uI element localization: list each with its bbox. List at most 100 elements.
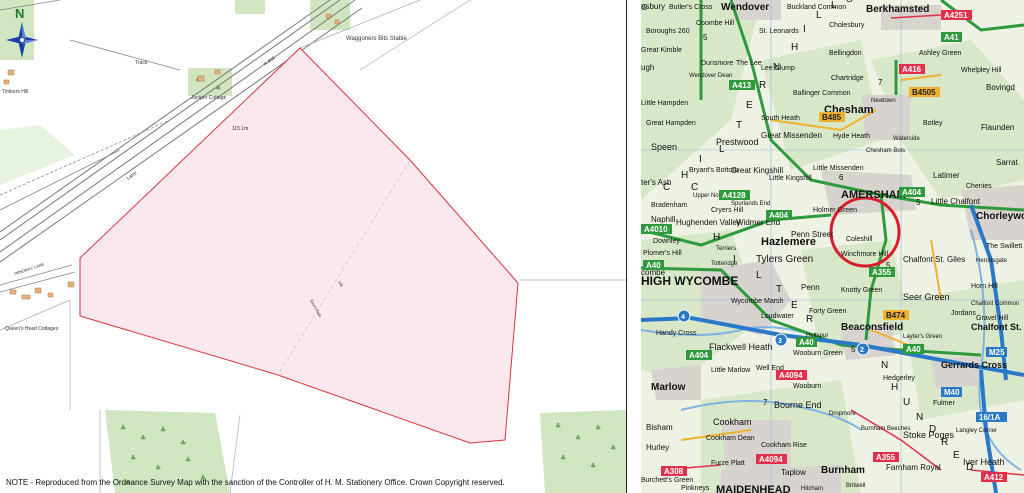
place-label-wycombe-marsh: Wycombe Marsh xyxy=(731,298,784,305)
place-label-botley: Botley xyxy=(923,120,943,127)
road-label-a308: A308 xyxy=(664,467,684,476)
place-label-st-leonards: St. Leonards xyxy=(759,28,799,35)
road-shield-a41: A41 xyxy=(941,32,962,42)
grid-number: 5 xyxy=(703,33,708,42)
place-label-layters-green: Layter's Green xyxy=(903,334,942,340)
place-label-heronsgate: Heronsgate xyxy=(976,258,1008,264)
place-label-seer-green: Seer Green xyxy=(903,292,950,302)
hills-letter: H xyxy=(791,42,798,53)
place-label-great-kimble: Great Kimble xyxy=(641,47,682,54)
place-label-speen: Speen xyxy=(651,142,677,152)
road-shield-a355b: A355 xyxy=(873,452,899,462)
place-label-latimer: Latimer xyxy=(933,171,960,180)
place-label-south-heath: South Heath xyxy=(761,115,800,122)
hills-letter: T xyxy=(736,120,742,131)
svg-text:♣: ♣ xyxy=(140,434,146,442)
hills-letter: I xyxy=(733,254,736,265)
junction-2: 2 xyxy=(860,347,864,354)
place-label-flackwell: Flackwell Heath xyxy=(709,342,773,352)
road-label-a404b: A404 xyxy=(769,211,789,220)
svg-text:♣: ♣ xyxy=(595,424,601,432)
road-label-a416: A416 xyxy=(902,65,922,74)
place-label-hughenden: Hughenden Valley xyxy=(676,218,741,227)
place-label-bourne-end: Bourne End xyxy=(774,400,822,410)
hills-letter: L xyxy=(756,270,762,281)
road-shield-a416: A416 xyxy=(899,64,925,74)
hills-letter: N xyxy=(881,360,888,371)
place-label-burchetts: Burchett's Green xyxy=(641,477,693,484)
place-label-wooburn-green: Wooburn Green xyxy=(793,350,843,357)
place-label-bisham: Bisham xyxy=(646,423,673,432)
place-label-little-missenden: Little Missenden xyxy=(813,165,864,172)
place-label-hyde-heath: Hyde Heath xyxy=(833,133,870,140)
road-label-a4251: A4251 xyxy=(944,11,968,20)
label-waggoners: Waggoners Bits Stable xyxy=(346,36,407,42)
place-label-boroughs: Boroughs 260 xyxy=(646,28,690,35)
svg-text:♣: ♣ xyxy=(185,456,191,464)
hills-letter: E xyxy=(746,100,753,111)
road-shield-a4010: A4010 xyxy=(641,224,672,234)
svg-text:♣: ♣ xyxy=(610,444,616,452)
place-label-sarratt: Sarrat xyxy=(996,158,1019,167)
hills-letter: D xyxy=(929,424,936,435)
place-label-hurley: Hurley xyxy=(646,443,669,452)
place-label-maidenhead: MAIDENHEAD xyxy=(716,484,791,493)
hills-letter: I xyxy=(699,154,702,165)
place-label-whiteleaf: ugh xyxy=(641,63,654,72)
place-label-cholesbury: Cholesbury xyxy=(829,22,865,29)
hills-letter: R xyxy=(806,314,813,325)
road-shield-b485: B485 xyxy=(819,112,845,122)
place-label-wooburn: Wooburn xyxy=(793,383,821,390)
road-label-a40a: A40 xyxy=(646,261,661,270)
place-label-bovingdon: Bovingd xyxy=(986,83,1015,92)
site-plan-svg: ♣♣♣♣♣♣♣♣♣ ♣♣♣♣♣♣ ♣♣ xyxy=(0,0,626,493)
hills-letter: L xyxy=(831,0,837,11)
place-label-chorleywood: Chorleywood xyxy=(976,211,1024,222)
place-label-hedgerley: Hedgerley xyxy=(883,375,915,382)
road-shield-a40a: A40 xyxy=(643,260,664,270)
label-track: Track xyxy=(135,60,148,66)
road-shield-m40: M40 xyxy=(941,387,962,397)
place-label-coombe-hill: Coombe Hill xyxy=(696,20,735,27)
place-label-horn-hill: Horn Hill xyxy=(971,283,998,290)
place-label-wendover: Wendover xyxy=(721,2,769,13)
place-label-plomers: Plomer's Hill xyxy=(643,250,682,257)
hills-letter: R xyxy=(759,80,766,91)
place-label-dropmore: Dropmore xyxy=(829,411,856,417)
place-label-cookham-rise: Cookham Rise xyxy=(761,442,807,449)
hills-letter: S xyxy=(846,0,853,5)
junction-4: 4 xyxy=(681,314,685,321)
svg-text:♣: ♣ xyxy=(180,439,186,447)
place-label-cookham: Cookham xyxy=(713,417,752,427)
road-label-a4010: A4010 xyxy=(644,225,668,234)
place-label-chalfont-common: Chalfont Common xyxy=(971,301,1019,307)
hills-letter: H xyxy=(891,382,898,393)
place-label-the-lee: The Lee xyxy=(736,60,762,67)
road-shield-a404c: A404 xyxy=(686,350,712,360)
hills-letter: H xyxy=(713,232,720,243)
hills-letter: I xyxy=(803,24,806,35)
place-label-beaconsfield: Beaconsfield xyxy=(841,322,903,333)
label-lane: Lane xyxy=(126,170,139,182)
grid-number: 7 xyxy=(878,78,883,87)
place-label-great-kingshill: Great Kingshill xyxy=(731,166,783,175)
place-label-farnham-royal: Farnham Royal xyxy=(886,463,941,472)
place-label-tylers-green: Tylers Green xyxy=(756,254,813,265)
place-label-newtown: Newtown xyxy=(871,98,896,104)
svg-text:♣: ♣ xyxy=(160,426,166,434)
place-label-little-chalfont: Little Chalfont xyxy=(931,197,981,206)
place-label-britwell: Britwell xyxy=(846,483,865,489)
road-shield-a4251: A4251 xyxy=(941,10,972,20)
road-shield-a404a: A404 xyxy=(899,187,925,197)
scrub-left xyxy=(0,125,75,185)
place-label-taplow: Taplow xyxy=(781,468,806,477)
place-label-whelpley: Whelpley Hill xyxy=(961,67,1002,74)
place-label-forty-green: Forty Green xyxy=(809,308,846,315)
hills-letter: E xyxy=(791,300,798,311)
place-label-langley: Langley Corner xyxy=(956,428,997,434)
place-label-cryers-hill: Cryers Hill xyxy=(711,207,744,214)
road-label-a40b: A40 xyxy=(799,338,814,347)
hills-letter: C xyxy=(691,182,698,193)
place-label-coleshill: Coleshill xyxy=(846,236,873,243)
hills-letter: C xyxy=(663,182,670,193)
